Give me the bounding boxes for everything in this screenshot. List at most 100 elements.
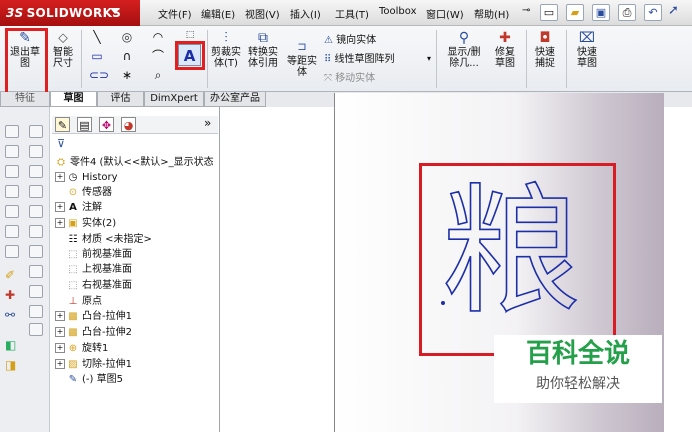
convert-entities-button[interactable]: ⧉ 转换实体引用 (245, 31, 281, 87)
point-icon[interactable]: ∗ (119, 67, 135, 83)
trim-button[interactable]: ⫶ 剪裁实体(T) (209, 31, 243, 87)
tree-item-history[interactable]: + ◷ History (55, 170, 118, 185)
centerline-icon[interactable]: ⌕ (150, 67, 166, 83)
tab-sketch[interactable]: 草图 (50, 92, 97, 107)
tree-item-annotations[interactable]: + A 注解 (55, 200, 102, 215)
mirror-tool-icon[interactable] (29, 245, 43, 258)
tree-item-material[interactable]: ☷ 材质 <未指定> (55, 232, 152, 247)
new-document-icon[interactable]: ▭ (540, 4, 558, 21)
pattern-tool-icon[interactable] (29, 225, 43, 238)
tab-evaluate[interactable]: 评估 (97, 92, 144, 107)
pattern-dropdown-icon[interactable]: ▾ (427, 54, 431, 63)
sweep-tool-icon[interactable] (29, 165, 43, 178)
print-icon[interactable]: ⎙ (618, 4, 636, 21)
quick-snaps-button[interactable]: ◘ 快速捕捉 (528, 31, 562, 87)
chamfer-tool-icon[interactable] (5, 185, 19, 198)
display-delete-relations-button[interactable]: ⚲ 显示/删除几... (442, 31, 486, 87)
tab-dimxpert[interactable]: DimXpert (144, 92, 204, 107)
hole-tool-icon[interactable] (29, 205, 43, 218)
linear-pattern-button[interactable]: ⠿ 线性草图阵列 (324, 50, 395, 65)
shell-tool-icon[interactable] (5, 205, 19, 218)
extrude-tool-icon[interactable] (29, 125, 43, 138)
circle-icon[interactable]: ◎ (119, 29, 135, 45)
menu-tools[interactable]: 工具(T) (335, 6, 369, 21)
menu-insert[interactable]: 插入(I) (290, 6, 321, 21)
repair-icon[interactable]: ✚ (5, 288, 15, 302)
expand-icon[interactable]: + (55, 343, 65, 353)
spline-icon[interactable]: ∩ (119, 48, 135, 64)
highlight-sketch-text (175, 41, 205, 70)
menu-file[interactable]: 文件(F) (158, 6, 192, 21)
feature-manager-tab-icon[interactable]: ✎ (55, 117, 70, 132)
tree-item-revolve1[interactable]: + ⊕ 旋转1 (55, 341, 108, 356)
tree-item-cut-extrude1[interactable]: + ▨ 切除-拉伸1 (55, 357, 132, 372)
layer-icon[interactable]: ◧ (5, 338, 16, 352)
rapid-sketch-button[interactable]: ⌧ 快速草图 (568, 31, 606, 87)
cut-tool-icon[interactable] (5, 145, 19, 158)
sketch-pencil-icon[interactable]: ✐ (5, 268, 15, 282)
menu-view[interactable]: 视图(V) (245, 6, 280, 21)
tree-item-sketch5[interactable]: ✎ (-) 草图5 (55, 372, 123, 387)
menu-help[interactable]: 帮助(H) (474, 6, 509, 21)
mirror-entities-button[interactable]: ⚠ 镜向实体 (324, 31, 376, 46)
dome-tool-icon[interactable] (29, 285, 43, 298)
draft-tool-icon[interactable] (5, 225, 19, 238)
convert-entities-icon: ⧉ (258, 30, 268, 46)
tree-item-top-plane[interactable]: ⬚ 上视基准面 (55, 262, 132, 277)
open-folder-icon[interactable]: ▰ (566, 4, 584, 21)
tab-office-products[interactable]: 办公室产品 (204, 92, 266, 107)
tree-root[interactable]: ⛭ 零件4 (默认<<默认>_显示状态 (55, 155, 214, 170)
sketch-text-character[interactable]: 粮 (436, 177, 586, 329)
property-manager-tab-icon[interactable]: ▤ (77, 117, 92, 132)
plane-small-icon[interactable]: ⬚ (182, 27, 198, 43)
fillet-tool-icon[interactable] (5, 165, 19, 178)
expand-icon[interactable]: + (55, 202, 65, 212)
rectangle-icon[interactable]: ▭ (89, 48, 105, 64)
app-logo[interactable]: 3S SOLIDWORKS (0, 0, 140, 26)
pin-icon[interactable]: ⊸ (522, 5, 530, 16)
configuration-manager-tab-icon[interactable]: ✥ (99, 117, 114, 132)
display-pane-icon[interactable]: ◨ (5, 358, 16, 372)
save-icon[interactable]: ▣ (592, 4, 610, 21)
line-icon[interactable]: ╲ (89, 29, 105, 45)
filter-icon[interactable]: ⊽ (57, 137, 65, 150)
tree-item-sensors[interactable]: ⊙ 传感器 (55, 185, 112, 200)
expand-icon[interactable]: + (55, 359, 65, 369)
offset-entities-button[interactable]: ⊐ 等距实体 (284, 40, 320, 80)
expand-panel-icon[interactable]: » (204, 116, 211, 130)
sketch-point[interactable] (441, 301, 445, 305)
move-entities-button[interactable]: ⤧ 移动实体 (324, 69, 375, 84)
scale-tool-icon[interactable] (29, 305, 43, 318)
tree-item-boss-extrude1[interactable]: + ▩ 凸台-拉伸1 (55, 309, 132, 324)
relations-icon[interactable]: ⚯ (5, 308, 15, 322)
fillet-icon[interactable]: ⌒ (150, 48, 166, 64)
menu-edit[interactable]: 编辑(E) (201, 6, 235, 21)
menu-toolbox[interactable]: Toolbox (379, 6, 417, 17)
wrap-tool-icon[interactable] (29, 265, 43, 278)
tree-item-origin[interactable]: ⊥ 原点 (55, 294, 102, 309)
expand-icon[interactable]: + (55, 218, 65, 228)
tab-features[interactable]: 特征 (0, 92, 50, 107)
loft-tool-icon[interactable] (29, 185, 43, 198)
split-tool-icon[interactable] (29, 323, 43, 336)
expand-icon[interactable]: + (55, 311, 65, 321)
smart-dimension-button[interactable]: ⬦ 智能尺寸 (48, 31, 78, 87)
expand-icon[interactable]: + (55, 327, 65, 337)
select-arrow-icon[interactable]: ➚ (668, 3, 679, 18)
tree-item-front-plane[interactable]: ⬚ 前视基准面 (55, 247, 132, 262)
undo-icon[interactable]: ↶ (644, 4, 662, 21)
tree-item-boss-extrude2[interactable]: + ▩ 凸台-拉伸2 (55, 325, 132, 340)
boss-extrude-icon: ▩ (68, 311, 78, 322)
revolve-tool-icon[interactable] (29, 145, 43, 158)
tree-item-right-plane[interactable]: ⬚ 右视基准面 (55, 278, 132, 293)
repair-sketch-button[interactable]: ✚ 修复草图 (488, 31, 522, 87)
rib-tool-icon[interactable] (5, 245, 19, 258)
display-manager-tab-icon[interactable]: ◕ (121, 117, 136, 132)
expand-icon[interactable]: + (55, 172, 65, 182)
slot-icon[interactable]: ⊂⊃ (89, 67, 109, 83)
arc-icon[interactable]: ◠ (150, 29, 166, 45)
tree-item-solid-bodies[interactable]: + ▣ 实体(2) (55, 216, 116, 231)
menu-window[interactable]: 窗口(W) (426, 6, 464, 21)
separator (526, 30, 527, 88)
boss-tool-icon[interactable] (5, 125, 19, 138)
